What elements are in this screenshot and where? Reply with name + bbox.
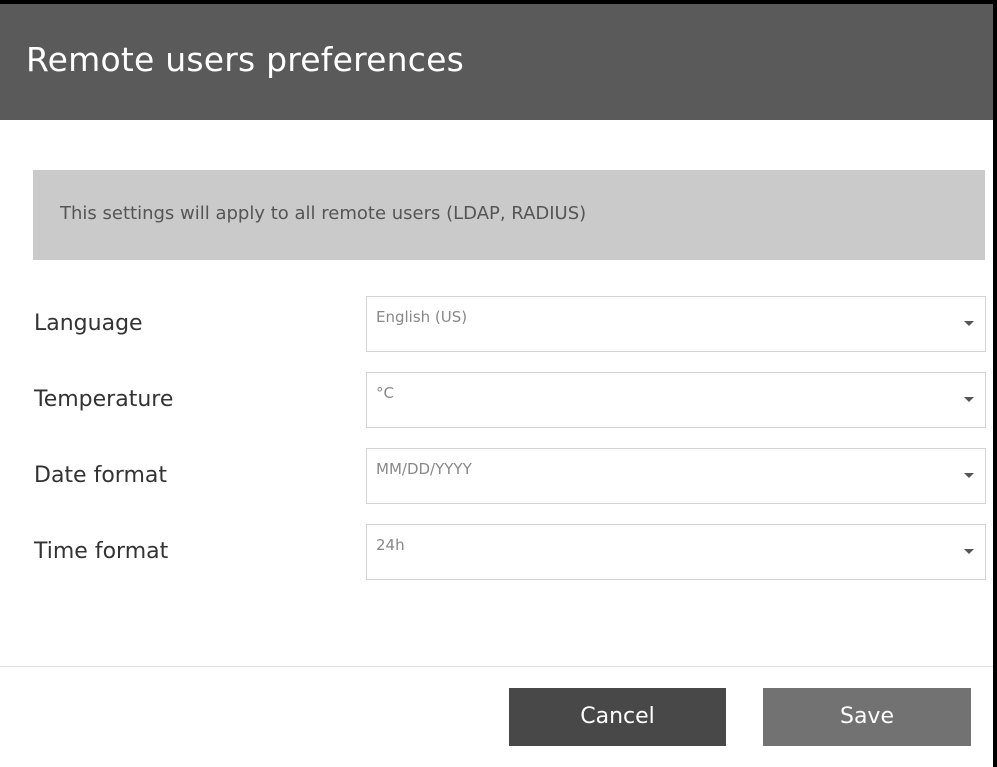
date-format-select[interactable]: MM/DD/YYYY bbox=[366, 448, 986, 504]
temperature-label: Temperature bbox=[34, 387, 174, 412]
notice-text: This settings will apply to all remote u… bbox=[60, 203, 587, 224]
dialog-header: Remote users preferences bbox=[0, 4, 993, 120]
save-button[interactable]: Save bbox=[763, 688, 971, 746]
dialog-title: Remote users preferences bbox=[26, 40, 464, 79]
time-format-value: 24h bbox=[376, 536, 405, 554]
time-format-row: Time format 24h bbox=[0, 524, 993, 580]
chevron-down-icon bbox=[964, 549, 974, 554]
temperature-select[interactable]: °C bbox=[366, 372, 986, 428]
language-row: Language English (US) bbox=[0, 296, 993, 352]
temperature-row: Temperature °C bbox=[0, 372, 993, 428]
date-format-label: Date format bbox=[34, 463, 167, 488]
date-format-value: MM/DD/YYYY bbox=[376, 460, 472, 478]
chevron-down-icon bbox=[964, 321, 974, 326]
time-format-select[interactable]: 24h bbox=[366, 524, 986, 580]
time-format-label: Time format bbox=[34, 539, 169, 564]
date-format-row: Date format MM/DD/YYYY bbox=[0, 448, 993, 504]
cancel-button[interactable]: Cancel bbox=[509, 688, 726, 746]
info-notice: This settings will apply to all remote u… bbox=[33, 170, 985, 260]
language-select[interactable]: English (US) bbox=[366, 296, 986, 352]
remote-users-preferences-dialog: Remote users preferences This settings w… bbox=[0, 0, 997, 767]
chevron-down-icon bbox=[964, 473, 974, 478]
footer-divider bbox=[0, 666, 993, 667]
language-label: Language bbox=[34, 311, 143, 336]
chevron-down-icon bbox=[964, 397, 974, 402]
language-value: English (US) bbox=[376, 308, 468, 326]
temperature-value: °C bbox=[376, 384, 394, 402]
